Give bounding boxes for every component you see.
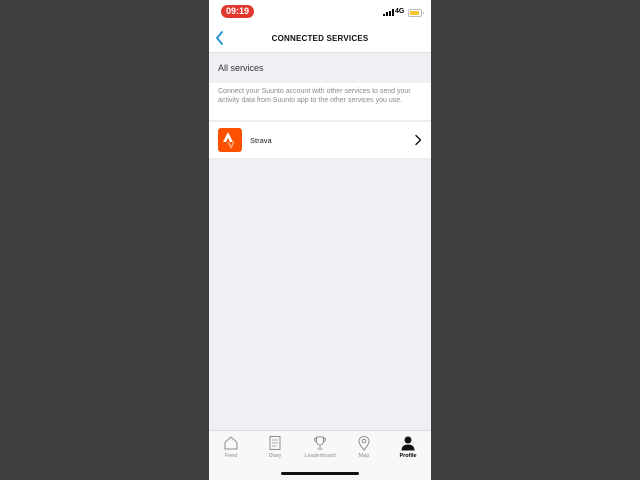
home-indicator[interactable] <box>281 472 359 475</box>
phone-screen: 09:19 4G CONNECTED SERVICES All services… <box>209 0 431 480</box>
tab-feed[interactable]: Feed <box>209 431 253 465</box>
tab-diary-label: Diary <box>268 453 282 459</box>
section-title: All services <box>218 63 264 73</box>
chevron-right-icon <box>415 134 422 146</box>
network-label: 4G <box>395 8 405 15</box>
tab-map-label: Map <box>358 453 370 459</box>
service-label: Strava <box>250 136 272 145</box>
page-title: CONNECTED SERVICES <box>271 34 369 43</box>
tab-feed-label: Feed <box>224 453 238 459</box>
status-bar: 09:19 4G <box>209 0 431 24</box>
tab-profile[interactable]: Profile <box>386 431 430 465</box>
battery-icon <box>408 9 424 17</box>
tab-diary[interactable]: Diary <box>253 431 297 465</box>
tab-leaderboard-label: Leaderboard <box>304 453 336 459</box>
battery-fill <box>410 11 419 15</box>
tab-leaderboard[interactable]: Leaderboard <box>298 431 342 465</box>
nav-bar: CONNECTED SERVICES <box>209 24 431 53</box>
signal-icon <box>383 9 394 16</box>
description-panel: Connect your Suunto account with other s… <box>209 83 431 120</box>
profile-icon <box>401 436 415 451</box>
home-icon <box>224 436 238 450</box>
trophy-icon <box>313 436 327 450</box>
diary-icon <box>269 436 281 450</box>
section-header: All services <box>209 53 431 83</box>
strava-logo-icon <box>218 128 242 152</box>
tab-profile-label: Profile <box>399 453 417 459</box>
description-text: Connect your Suunto account with other s… <box>218 88 411 104</box>
tab-map[interactable]: Map <box>342 431 386 465</box>
status-time: 09:19 <box>221 5 254 18</box>
service-row-strava[interactable]: Strava <box>209 121 431 159</box>
map-pin-icon <box>358 435 370 451</box>
